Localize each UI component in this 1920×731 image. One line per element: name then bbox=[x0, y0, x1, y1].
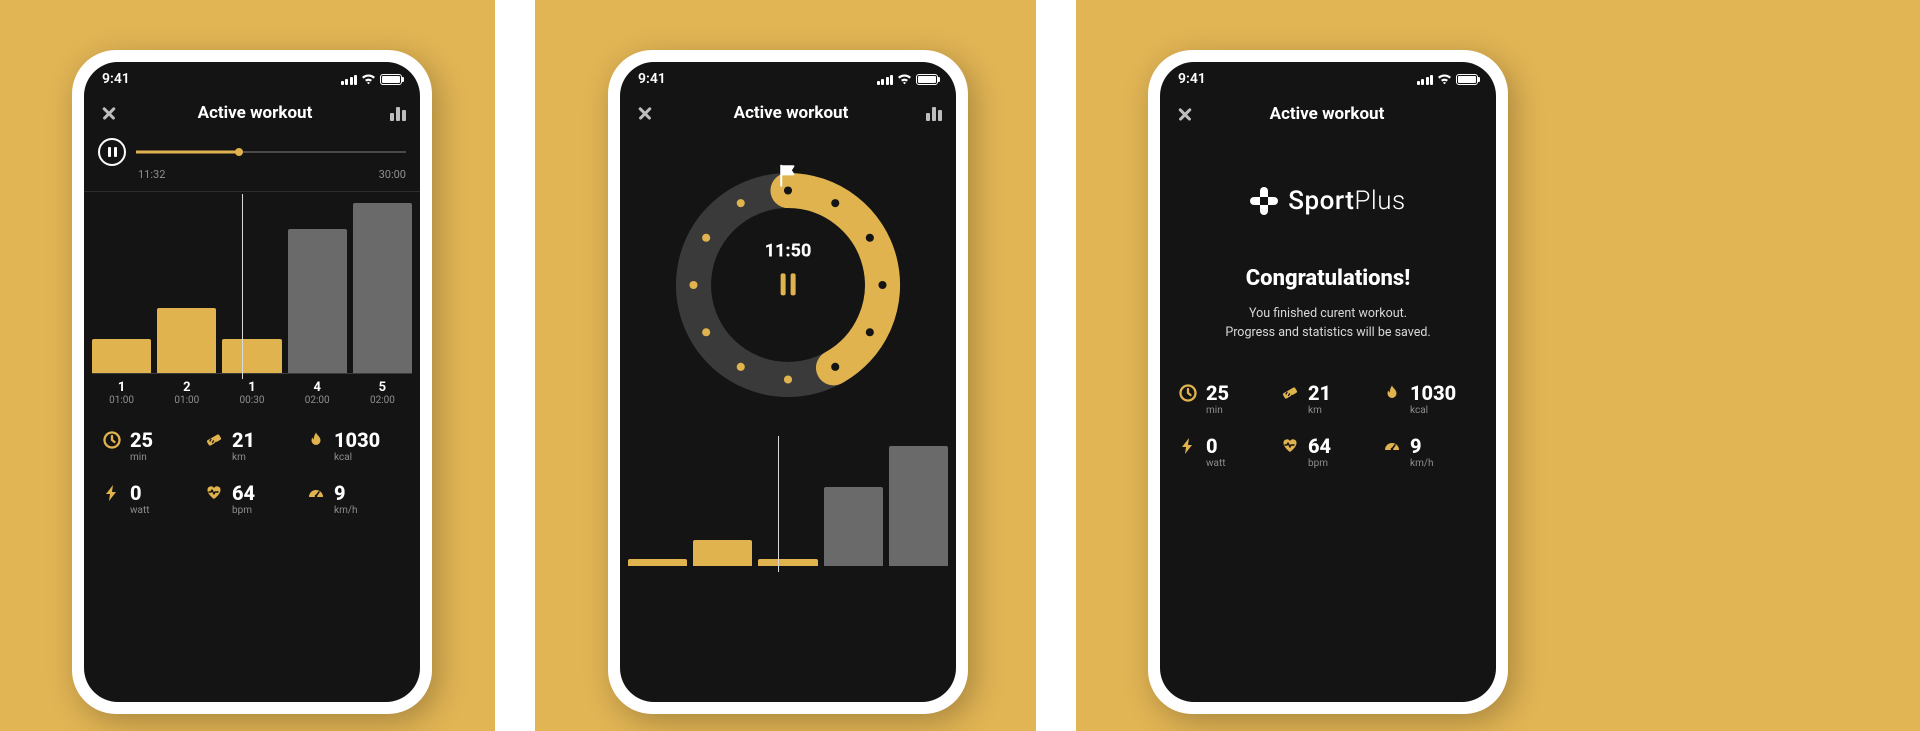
stat-heart: 64bpm bbox=[204, 483, 300, 516]
clock-icon bbox=[1178, 383, 1198, 403]
plus-icon bbox=[1250, 187, 1278, 215]
status-time: 9:41 bbox=[638, 71, 666, 87]
wifi-icon bbox=[1437, 73, 1452, 85]
status-time: 9:41 bbox=[102, 71, 130, 87]
interval-chart bbox=[92, 204, 412, 374]
brand-logo: SportPlus bbox=[1160, 186, 1496, 216]
stat-bolt: 0watt bbox=[102, 483, 198, 516]
stat-heart: 64bpm bbox=[1280, 436, 1376, 469]
ring-time: 11:50 bbox=[765, 240, 812, 261]
chart-tick: 201:00 bbox=[157, 380, 216, 406]
status-indicators bbox=[877, 73, 939, 85]
chart-toggle-icon[interactable] bbox=[390, 105, 406, 121]
chart-toggle-icon[interactable] bbox=[926, 105, 942, 121]
chart-bar bbox=[92, 339, 151, 373]
page-title: Active workout bbox=[1270, 104, 1385, 124]
congrats-title: Congratulations! bbox=[1160, 266, 1496, 291]
ruler-icon bbox=[204, 430, 224, 450]
status-time: 9:41 bbox=[1178, 71, 1206, 87]
chart-bar bbox=[288, 229, 347, 374]
close-icon[interactable] bbox=[98, 102, 120, 124]
battery-icon bbox=[1456, 74, 1478, 85]
status-bar: 9:41 bbox=[620, 62, 956, 90]
chart-tick: 402:00 bbox=[288, 380, 347, 406]
status-bar: 9:41 bbox=[1160, 62, 1496, 90]
progress-current: 11:32 bbox=[138, 168, 165, 181]
wifi-icon bbox=[897, 73, 912, 85]
chart-tick: 100:30 bbox=[222, 380, 281, 406]
phone-mockup-2: 9:41 Active workout bbox=[608, 50, 968, 714]
flame-icon bbox=[306, 430, 326, 450]
progress-slider[interactable] bbox=[136, 142, 406, 162]
chart-bar bbox=[758, 559, 817, 566]
heart-icon bbox=[1280, 436, 1300, 456]
stat-speed: 9km/h bbox=[1382, 436, 1478, 469]
interval-chart-mini bbox=[628, 446, 948, 566]
close-icon[interactable] bbox=[634, 102, 656, 124]
heart-icon bbox=[204, 483, 224, 503]
stat-ruler: 21km bbox=[204, 430, 300, 463]
speed-icon bbox=[1382, 436, 1402, 456]
progress-total: 30:00 bbox=[379, 168, 406, 181]
app-header: Active workout bbox=[1160, 90, 1496, 136]
pause-icon[interactable] bbox=[780, 273, 795, 295]
close-icon[interactable] bbox=[1174, 103, 1196, 125]
phone-mockup-3: 9:41 Active workout SportPlus bbox=[1148, 50, 1508, 714]
clock-icon bbox=[102, 430, 122, 450]
status-bar: 9:41 bbox=[84, 62, 420, 90]
app-header: Active workout bbox=[620, 90, 956, 134]
stat-clock: 25min bbox=[1178, 383, 1274, 416]
signal-icon bbox=[1417, 74, 1434, 85]
stat-clock: 25min bbox=[102, 430, 198, 463]
chart-tick: 502:00 bbox=[353, 380, 412, 406]
stat-flame: 1030kcal bbox=[1382, 383, 1478, 416]
ruler-icon bbox=[1280, 383, 1300, 403]
pause-button[interactable] bbox=[98, 138, 126, 166]
signal-icon bbox=[341, 74, 358, 85]
stats-grid: 25min 21km 1030kcal 0watt 64bpm 9km/h bbox=[84, 406, 420, 516]
bolt-icon bbox=[1178, 436, 1198, 456]
stat-bolt: 0watt bbox=[1178, 436, 1274, 469]
wifi-icon bbox=[361, 73, 376, 85]
chart-bar bbox=[222, 339, 281, 373]
status-indicators bbox=[341, 73, 403, 85]
bolt-icon bbox=[102, 483, 122, 503]
stat-flame: 1030kcal bbox=[306, 430, 402, 463]
flame-icon bbox=[1382, 383, 1402, 403]
stat-ruler: 21km bbox=[1280, 383, 1376, 416]
chart-bar bbox=[824, 487, 883, 566]
chart-bar bbox=[353, 203, 412, 373]
chart-bar bbox=[628, 559, 687, 566]
chart-bar bbox=[693, 540, 752, 566]
app-header: Active workout bbox=[84, 90, 420, 134]
battery-icon bbox=[380, 74, 402, 85]
page-title: Active workout bbox=[198, 103, 313, 123]
stats-grid: 25min 21km 1030kcal 0watt 64bpm 9km/h bbox=[1160, 343, 1496, 469]
congrats-text: You finished curent workout. Progress an… bbox=[1160, 305, 1496, 343]
page-title: Active workout bbox=[734, 103, 849, 123]
chart-tick: 101:00 bbox=[92, 380, 151, 406]
phone-mockup-1: 9:41 Active workout bbox=[72, 50, 432, 714]
speed-icon bbox=[306, 483, 326, 503]
signal-icon bbox=[877, 74, 894, 85]
battery-icon bbox=[916, 74, 938, 85]
stat-speed: 9km/h bbox=[306, 483, 402, 516]
chart-bar bbox=[157, 308, 216, 373]
status-indicators bbox=[1417, 73, 1479, 85]
chart-bar bbox=[889, 446, 948, 566]
